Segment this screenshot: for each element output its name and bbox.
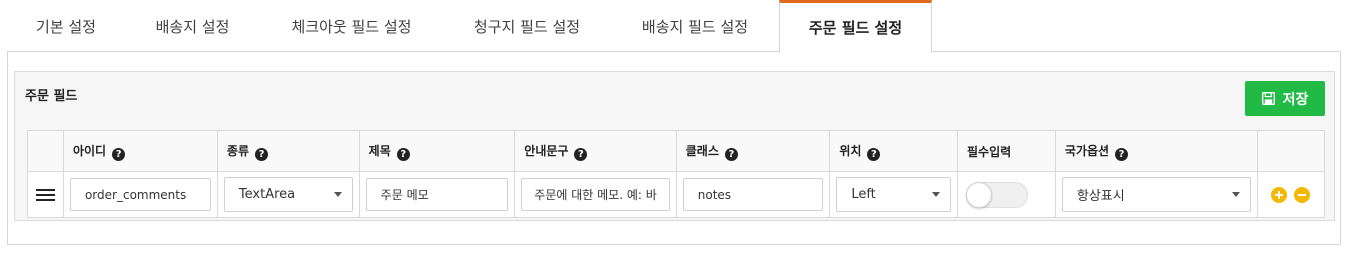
title-input[interactable]: 주문 메모 (365, 178, 509, 211)
plus-circle-icon[interactable] (1271, 186, 1288, 203)
drag-cell (27, 171, 64, 218)
id-cell: order_comments (62, 171, 218, 218)
tab-order-field-settings[interactable]: 주문 필드 설정 (779, 0, 932, 53)
toggle-knob (965, 181, 992, 208)
header-actions (1257, 130, 1325, 172)
tab-billing-field-settings[interactable]: 청구지 필드 설정 (443, 0, 611, 52)
header-label: 종류 (226, 143, 249, 158)
settings-panel: 주문 필드 저장 아이디? 종류? 제목? 안내문구 ? 클래스 ? 위치 ? … (7, 52, 1341, 245)
drag-handle-icon[interactable] (35, 188, 55, 201)
position-select[interactable]: Left (836, 177, 951, 212)
type-select[interactable]: TextArea (223, 177, 353, 212)
country-option-select[interactable]: 항상표시 (1061, 177, 1252, 212)
class-input[interactable]: notes (682, 178, 824, 211)
position-cell: Left (829, 171, 958, 218)
tab-checkout-field-settings[interactable]: 체크아웃 필드 설정 (260, 0, 443, 52)
tab-label: 배송지 설정 (155, 17, 230, 36)
type-select-value: TextArea (238, 187, 296, 202)
tab-label: 주문 필드 설정 (808, 19, 903, 37)
tab-label: 체크아웃 필드 설정 (291, 17, 412, 36)
required-cell (956, 171, 1056, 218)
order-fields-box: 주문 필드 저장 아이디? 종류? 제목? 안내문구 ? 클래스 ? 위치 ? … (14, 71, 1335, 221)
header-country: 국가옵션? (1054, 130, 1259, 172)
order-fields-table: 아이디? 종류? 제목? 안내문구? 클래스? 위치? 필수입력 국가옵션? o… (27, 130, 1325, 218)
header-type: 종류? (216, 130, 360, 172)
tab-label: 배송지 필드 설정 (641, 17, 749, 36)
required-toggle[interactable] (965, 181, 1028, 208)
tab-label: 기본 설정 (36, 17, 96, 36)
floppy-disk-icon (1261, 92, 1275, 105)
question-circle-icon[interactable]: ? (112, 147, 126, 161)
header-label: 아이디 (72, 143, 107, 158)
header-id: 아이디? (62, 130, 218, 172)
id-input[interactable]: order_comments (69, 178, 211, 211)
caret-down-icon (1232, 192, 1241, 197)
table-header-row: 아이디? 종류? 제목? 안내문구? 클래스? 위치? 필수입력 국가옵션? (27, 130, 1325, 172)
header-label: 필수입력 (966, 144, 1012, 159)
header-title: 제목? (358, 130, 516, 172)
question-circle-icon[interactable]: ? (867, 147, 881, 161)
actions-cell (1257, 171, 1325, 218)
country-option-value: 항상표시 (1076, 189, 1125, 204)
header-label: 국가옵션 (1064, 143, 1110, 158)
table-row: order_comments TextArea 주문 메모 주문에 대한 메모.… (27, 171, 1325, 218)
placeholder-input[interactable]: 주문에 대한 메모. 예: 바 (521, 178, 670, 211)
header-label: 위치 (839, 143, 862, 158)
question-circle-icon[interactable]: ? (724, 147, 738, 161)
section-title: 주문 필드 (25, 89, 78, 104)
save-button[interactable]: 저장 (1245, 81, 1325, 116)
header-placeholder: 안내문구? (514, 130, 677, 172)
header-drag (27, 130, 64, 172)
tab-basic-settings[interactable]: 기본 설정 (7, 0, 125, 52)
question-circle-icon[interactable]: ? (255, 147, 268, 161)
question-circle-icon[interactable]: ? (396, 147, 410, 161)
caret-down-icon (333, 192, 342, 197)
header-label: 제목 (368, 143, 391, 158)
minus-circle-icon[interactable] (1294, 186, 1311, 203)
tab-bar: 기본 설정 배송지 설정 체크아웃 필드 설정 청구지 필드 설정 배송지 필드… (0, 0, 1348, 53)
question-circle-icon[interactable]: ? (574, 147, 588, 161)
caret-down-icon (931, 192, 940, 197)
tab-shipping-settings[interactable]: 배송지 설정 (125, 0, 260, 52)
save-button-label: 저장 (1282, 91, 1309, 108)
type-cell: TextArea (216, 171, 360, 218)
title-cell: 주문 메모 (358, 171, 516, 218)
tab-label: 청구지 필드 설정 (473, 17, 581, 36)
tab-shipping-field-settings[interactable]: 배송지 필드 설정 (611, 0, 779, 52)
header-position: 위치? (829, 130, 958, 172)
question-circle-icon[interactable]: ? (1115, 147, 1129, 161)
header-label: 안내문구 (524, 143, 569, 158)
header-label: 클래스 (685, 143, 719, 158)
class-cell: notes (675, 171, 831, 218)
header-required: 필수입력 (956, 130, 1056, 172)
header-class: 클래스? (675, 130, 831, 172)
country-cell: 항상표시 (1054, 171, 1259, 218)
placeholder-cell: 주문에 대한 메모. 예: 바 (514, 171, 677, 218)
position-select-value: Left (851, 187, 876, 202)
